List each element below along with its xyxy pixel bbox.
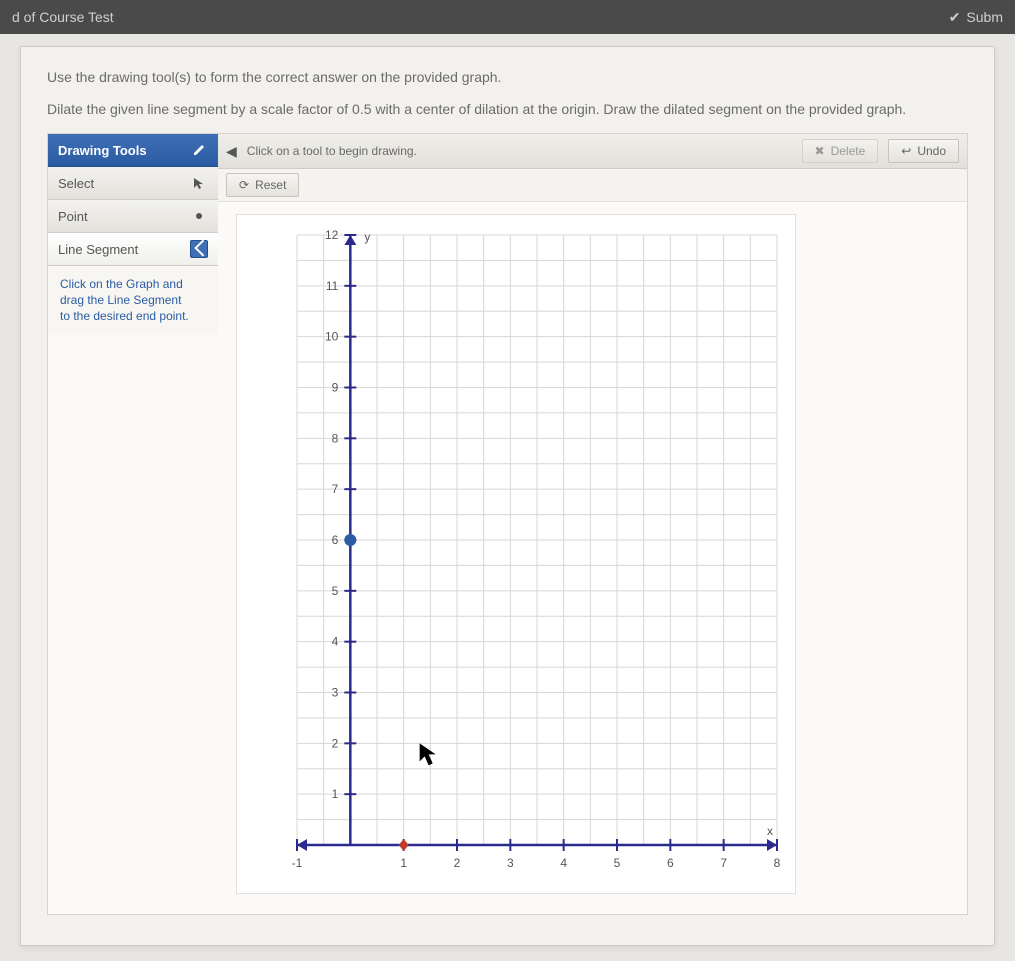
pencil-icon: [190, 141, 208, 159]
pointer-left-icon: ◀: [226, 143, 237, 160]
work-area: Drawing Tools Select Point Line Segment: [47, 133, 968, 915]
point-icon: [190, 207, 208, 225]
tool-point[interactable]: Point: [48, 200, 218, 233]
svg-text:4: 4: [332, 635, 339, 649]
page-title: d of Course Test: [12, 9, 114, 25]
svg-text:6: 6: [667, 856, 674, 870]
canvas-hint-bar: ◀ Click on a tool to begin drawing. ✖ De…: [218, 134, 967, 169]
line-segment-icon: [190, 240, 208, 258]
reset-icon: ⟳: [239, 178, 249, 192]
svg-text:12: 12: [325, 228, 339, 242]
svg-text:x: x: [767, 824, 773, 838]
coordinate-graph[interactable]: -112345678123456789101112yx: [236, 214, 796, 894]
delete-button[interactable]: ✖ Delete: [802, 139, 879, 163]
svg-text:5: 5: [614, 856, 621, 870]
delete-icon: ✖: [815, 144, 825, 158]
tool-hint: Click on the Graph and drag the Line Seg…: [48, 266, 218, 335]
svg-text:y: y: [364, 230, 370, 244]
app-topbar: d of Course Test ✔ Subm: [0, 0, 1015, 34]
undo-button[interactable]: ↩ Undo: [888, 139, 959, 163]
svg-text:7: 7: [332, 482, 339, 496]
undo-icon: ↩: [901, 144, 911, 158]
drawing-tools-header: Drawing Tools: [48, 134, 218, 167]
svg-text:5: 5: [332, 584, 339, 598]
submit-button[interactable]: ✔ Subm: [949, 9, 1003, 26]
canvas-hint-text: Click on a tool to begin drawing.: [247, 144, 417, 158]
svg-text:1: 1: [400, 856, 407, 870]
svg-text:11: 11: [326, 279, 339, 293]
svg-text:7: 7: [720, 856, 727, 870]
check-icon: ✔: [949, 9, 961, 26]
reset-button[interactable]: ⟳ Reset: [226, 173, 299, 197]
svg-text:2: 2: [332, 736, 339, 750]
svg-text:-1: -1: [292, 856, 303, 870]
svg-text:1: 1: [332, 787, 339, 801]
svg-text:3: 3: [507, 856, 514, 870]
instruction-line-1: Use the drawing tool(s) to form the corr…: [47, 69, 968, 85]
svg-text:2: 2: [454, 856, 461, 870]
instruction-line-2: Dilate the given line segment by a scale…: [47, 101, 968, 117]
svg-text:3: 3: [332, 686, 339, 700]
svg-text:8: 8: [774, 856, 781, 870]
svg-text:10: 10: [325, 330, 339, 344]
question-panel: Use the drawing tool(s) to form the corr…: [20, 46, 995, 946]
tool-line-segment[interactable]: Line Segment: [48, 233, 218, 266]
svg-text:6: 6: [332, 533, 339, 547]
cursor-icon: [190, 174, 208, 192]
tool-select[interactable]: Select: [48, 167, 218, 200]
svg-text:8: 8: [332, 431, 339, 445]
canvas-column: ◀ Click on a tool to begin drawing. ✖ De…: [218, 134, 967, 914]
svg-text:4: 4: [560, 856, 567, 870]
drawing-tools-panel: Drawing Tools Select Point Line Segment: [48, 134, 218, 914]
svg-text:9: 9: [332, 381, 339, 395]
